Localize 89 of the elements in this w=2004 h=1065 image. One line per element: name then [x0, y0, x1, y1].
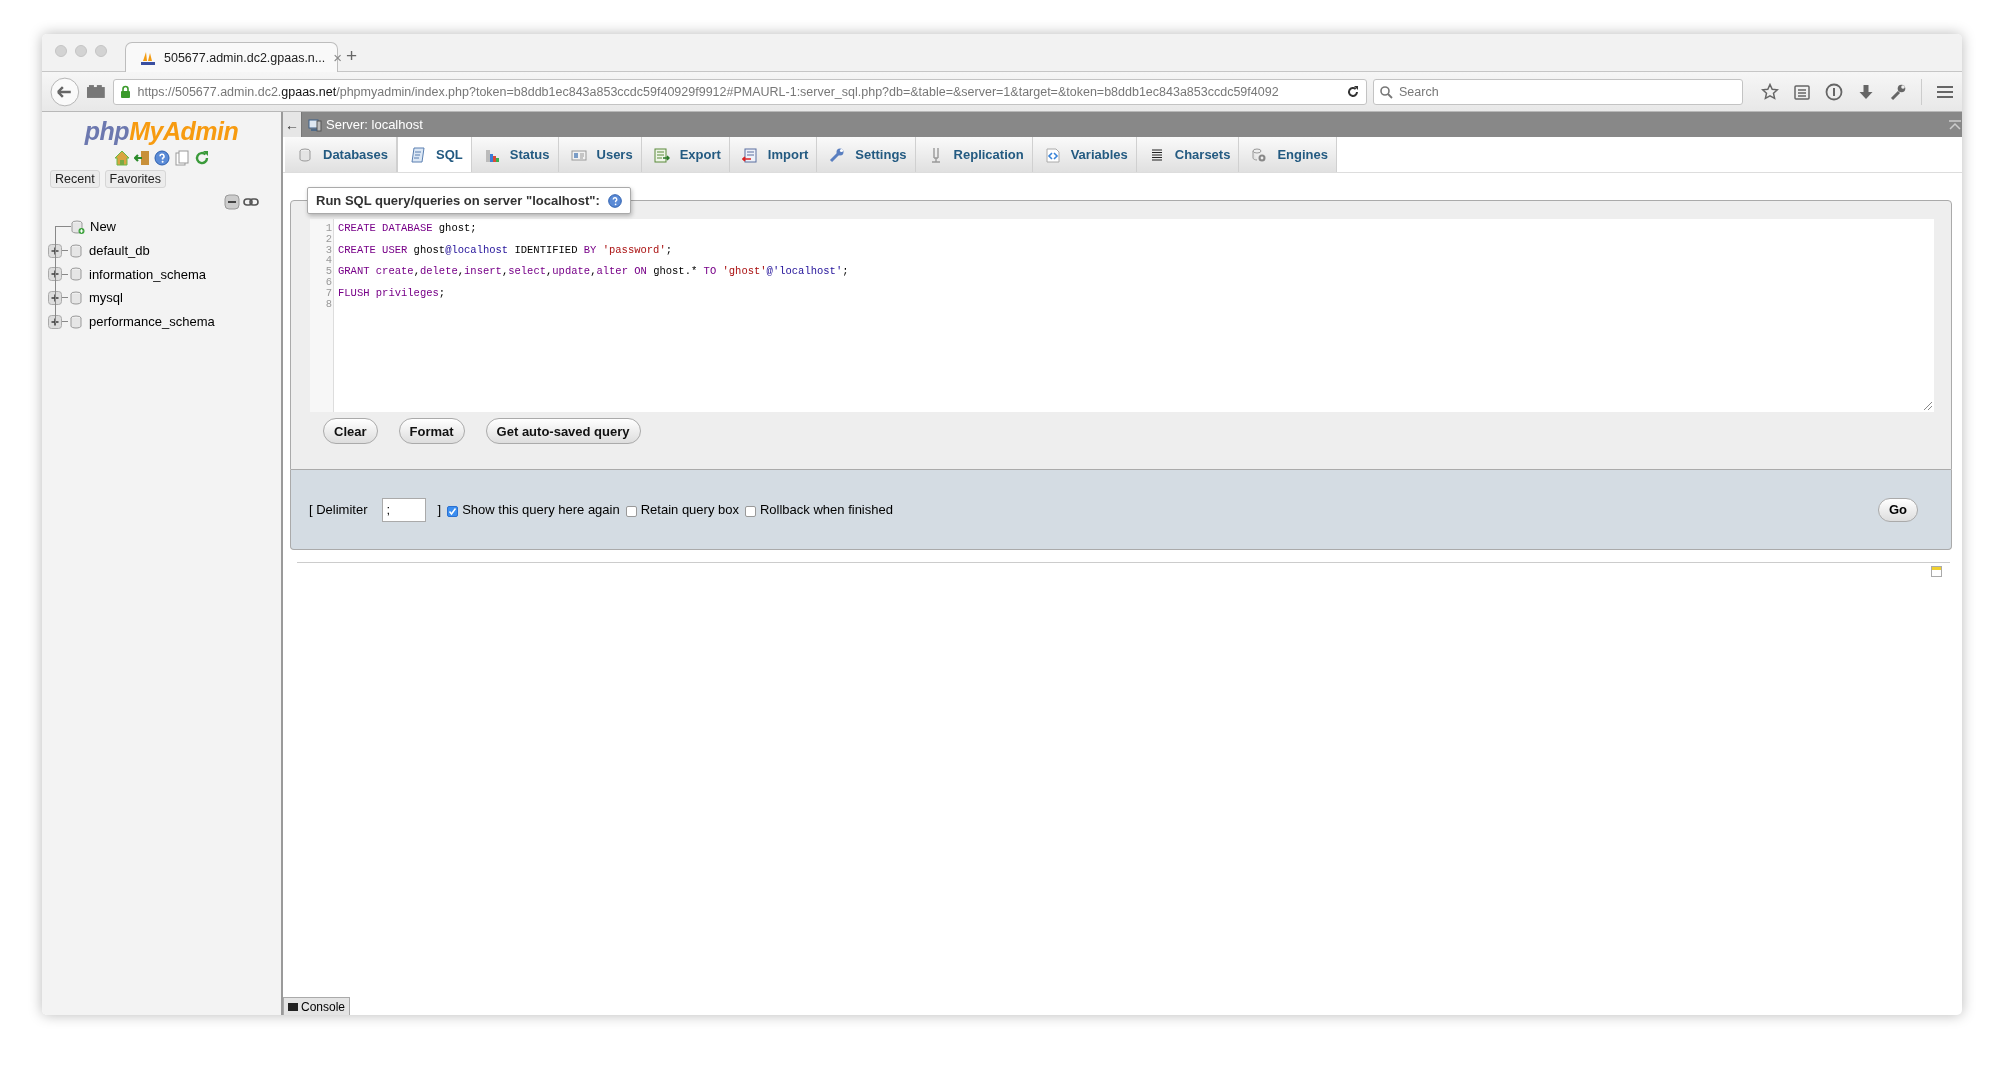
gear-icon — [1251, 146, 1268, 163]
expand-icon[interactable] — [48, 267, 62, 282]
line-number: 1 — [324, 223, 332, 234]
exit-icon[interactable] — [133, 150, 150, 166]
database-icon — [70, 313, 84, 330]
lock-icon — [120, 85, 132, 98]
menu-icon[interactable] — [1936, 83, 1954, 100]
line-number: 7 — [324, 287, 332, 299]
database-icon — [70, 242, 84, 259]
help-icon[interactable] — [153, 150, 170, 166]
line-number: 8 — [324, 298, 332, 310]
star-icon[interactable] — [1761, 82, 1779, 101]
tab[interactable]: Import — [729, 137, 818, 172]
line-number: 5 — [324, 266, 332, 277]
database-icon — [70, 289, 84, 306]
line-number: 3 — [324, 244, 332, 256]
new-database-icon — [71, 218, 85, 235]
expand-icon[interactable] — [48, 243, 62, 258]
database-item[interactable]: performance_schema — [89, 314, 215, 330]
export-icon — [653, 146, 670, 163]
logo[interactable]: phpMyAdmin — [84, 117, 239, 145]
line-number: 4 — [324, 255, 332, 267]
database-icon — [297, 146, 313, 163]
server-icon — [308, 117, 322, 132]
nav-button[interactable]: Favorites — [104, 170, 166, 188]
collapse-sidebar-button[interactable]: ← — [283, 112, 302, 137]
help-icon[interactable] — [607, 193, 622, 208]
home-icon[interactable] — [113, 150, 130, 166]
tab[interactable]: Settings — [817, 137, 916, 172]
resize-handle-icon[interactable] — [1923, 401, 1933, 411]
new-database-link[interactable]: New — [90, 219, 116, 235]
new-tab-button[interactable]: + — [346, 45, 358, 67]
expand-icon[interactable] — [48, 290, 62, 305]
tab[interactable]: Charsets — [1136, 137, 1240, 172]
delimiter-field[interactable]: ; — [381, 497, 426, 522]
database-item[interactable]: information_schema — [89, 266, 207, 282]
check-icon — [448, 506, 458, 516]
database-icon — [70, 266, 84, 283]
tab[interactable]: Variables — [1032, 137, 1137, 172]
action-button[interactable]: Get auto-saved query — [485, 418, 641, 444]
tab[interactable]: Engines — [1239, 137, 1337, 172]
tab[interactable]: Export — [641, 137, 730, 172]
tab-title: 505677.admin.dc2.gpaas.n... — [164, 50, 326, 65]
action-button[interactable]: Format — [398, 418, 465, 444]
go-button[interactable]: Go — [1877, 497, 1918, 522]
line-number: 6 — [324, 277, 332, 288]
terminal-icon — [288, 1002, 298, 1011]
tab[interactable]: Users — [558, 137, 642, 172]
code-line: GRANT create,delete,insert,select,update,alter ON ghost.* TO 'ghost'@'localhost'; — [338, 266, 849, 277]
checkbox[interactable] — [744, 505, 756, 517]
checkbox-label[interactable]: Show this query here again — [462, 502, 620, 517]
code-line: FLUSH privileges; — [338, 287, 447, 299]
checkbox-label[interactable]: Rollback when finished — [759, 502, 893, 517]
search-icon — [1380, 85, 1393, 99]
address-bar[interactable]: https://505677.admin.dc2.gpaas.net/phpmyadmin/index.php?token=b8ddb1ec843a853ccdc59f40929f9912#PMAURL-1:server_sql.php?db=&table=&server=1&target=&token=b8ddb1ec843a853ccdc59f4092 — [113, 78, 1367, 105]
info-icon[interactable] — [1825, 82, 1843, 101]
delimiter-label: [ Delimiter — [309, 502, 368, 517]
reload-icon[interactable] — [1346, 84, 1360, 99]
breadcrumb-link[interactable]: Server: localhost — [326, 117, 423, 132]
action-button[interactable]: Clear — [323, 418, 378, 444]
wrench-icon[interactable] — [1889, 82, 1907, 101]
tab[interactable]: Databases — [285, 137, 398, 172]
wrench-icon — [829, 146, 846, 163]
collapse-all-icon[interactable] — [224, 194, 240, 210]
panel-title: Run SQL query/queries on server "localhost": — [316, 193, 600, 208]
nav-button[interactable]: Recent — [50, 170, 100, 188]
checkbox[interactable] — [447, 505, 459, 517]
code-line: CREATE DATABASE ghost; — [338, 223, 478, 234]
expand-icon[interactable] — [48, 314, 62, 329]
bracket-label: ] — [437, 502, 442, 517]
list-icon[interactable] — [1793, 82, 1811, 101]
database-item[interactable]: default_db — [89, 243, 150, 259]
library-icon[interactable] — [85, 84, 106, 99]
tab[interactable]: Replication — [915, 137, 1033, 172]
search-field[interactable]: Search — [1373, 78, 1743, 105]
download-icon[interactable] — [1857, 82, 1875, 101]
import-icon — [741, 146, 758, 163]
line-number: 2 — [324, 233, 332, 245]
scroll-icon — [410, 146, 427, 163]
checkbox-label[interactable]: Retain query box — [640, 502, 739, 517]
code-file-icon — [1044, 146, 1061, 163]
tab[interactable]: SQL — [397, 137, 472, 172]
code-line: CREATE USER ghost@localhost IDENTIFIED BY 'password'; — [338, 244, 673, 256]
checkbox[interactable] — [625, 505, 637, 517]
sql-editor[interactable]: 1 2 3 4 5 6 7 8 CREATE DATABASE ghost; CREATE USER ghost@localhost IDENTIFIED BY 'password'; GRANT create,delete,insert,select,update,alter ON ghost.* TO 'ghost'@'localhost'; FLUSH privileges; — [310, 219, 1934, 412]
tab[interactable]: Status — [471, 137, 559, 172]
back-icon[interactable] — [50, 76, 80, 107]
database-item[interactable]: mysql — [89, 290, 123, 306]
console-tab[interactable]: Console — [283, 997, 351, 1015]
